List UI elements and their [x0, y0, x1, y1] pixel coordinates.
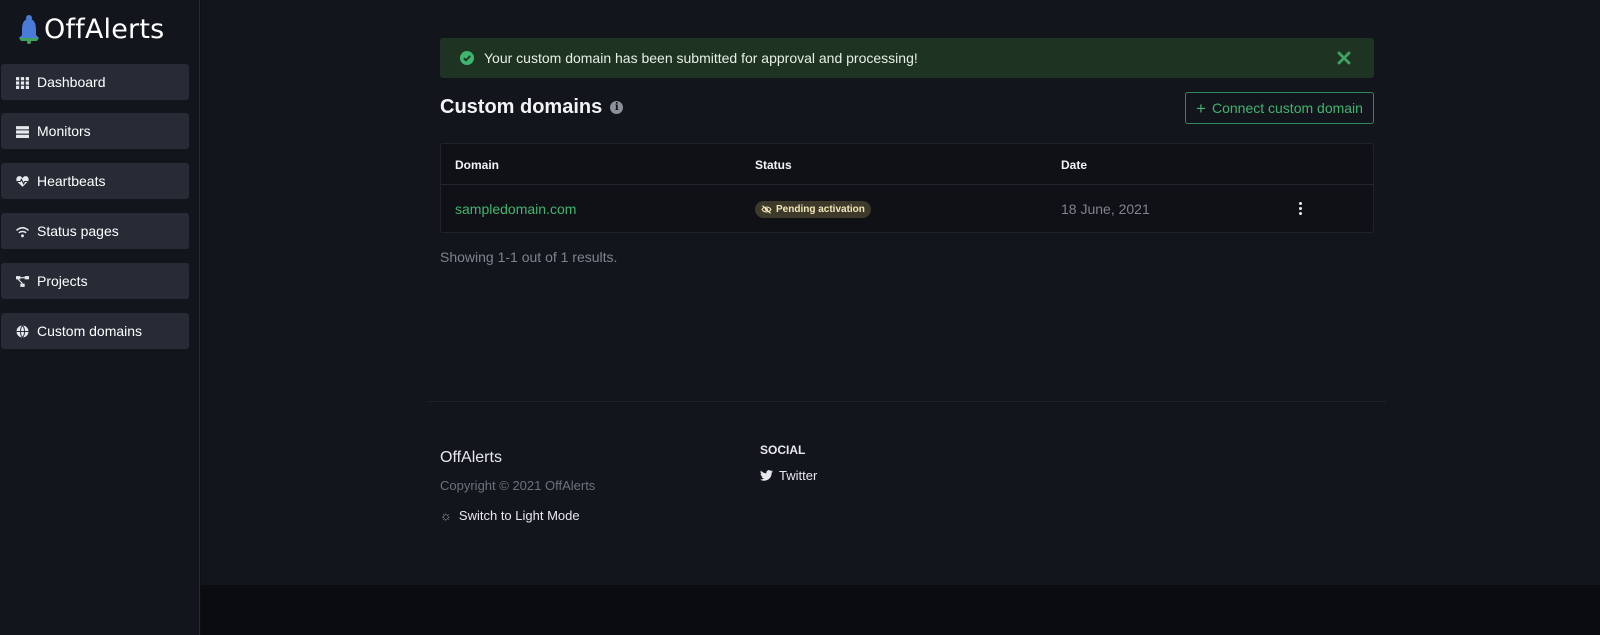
column-header-date: Date	[1061, 158, 1088, 172]
plus-icon: +	[1196, 98, 1206, 118]
custom-domains-table: Domain Status Date sampledomain.com Pend…	[440, 143, 1374, 233]
footer-divider	[428, 401, 1386, 402]
bottom-strip	[201, 585, 1600, 635]
sidebar-item-label: Status pages	[37, 223, 119, 239]
column-header-domain: Domain	[455, 158, 500, 172]
connect-button-label: Connect custom domain	[1211, 100, 1363, 116]
sidebar-item-custom-domains[interactable]: Custom domains	[1, 313, 189, 349]
status-badge: Pending activation	[755, 201, 871, 218]
sidebar-item-heartbeats[interactable]: Heartbeats	[1, 163, 189, 199]
globe-icon	[15, 324, 29, 338]
sidebar-item-label: Dashboard	[37, 74, 106, 90]
alert-message: Your custom domain has been submitted fo…	[484, 50, 918, 66]
wifi-icon	[15, 224, 29, 238]
info-icon[interactable]: i	[610, 101, 624, 114]
close-icon[interactable]	[1336, 50, 1352, 66]
success-alert: Your custom domain has been submitted fo…	[440, 38, 1374, 78]
status-badge-label: Pending activation	[776, 204, 865, 215]
bell-logo-icon	[19, 15, 39, 44]
sidebar-item-dashboard[interactable]: Dashboard	[1, 64, 189, 100]
connect-custom-domain-button[interactable]: + Connect custom domain	[1185, 92, 1374, 124]
sun-icon: ☼	[440, 508, 452, 523]
social-heading: SOCIAL	[760, 443, 806, 457]
project-diagram-icon	[15, 274, 29, 288]
date-cell: 18 June, 2021	[1061, 201, 1150, 217]
grid-icon	[15, 75, 29, 89]
heartbeat-icon	[15, 174, 29, 188]
twitter-label: Twitter	[779, 468, 818, 483]
twitter-icon	[760, 470, 773, 481]
table-header: Domain Status Date	[441, 144, 1373, 185]
domain-link[interactable]: sampledomain.com	[455, 201, 576, 217]
check-circle-icon	[460, 51, 474, 65]
page-title: Custom domains i	[440, 96, 624, 119]
twitter-link[interactable]: Twitter	[760, 468, 817, 483]
page-title-text: Custom domains	[440, 96, 603, 118]
sidebar-item-label: Monitors	[37, 123, 91, 139]
sidebar-item-projects[interactable]: Projects	[1, 263, 189, 299]
light-mode-toggle[interactable]: ☼ Switch to Light Mode	[440, 508, 580, 523]
eye-slash-icon	[761, 205, 772, 214]
table-row: sampledomain.com Pending activation 18 J…	[441, 185, 1373, 233]
results-count: Showing 1-1 out of 1 results.	[440, 249, 618, 265]
footer-brand: OffAlerts	[440, 449, 502, 466]
column-header-status: Status	[755, 158, 792, 172]
sidebar-item-label: Projects	[37, 273, 88, 289]
light-mode-label: Switch to Light Mode	[458, 508, 580, 523]
server-icon	[15, 124, 29, 138]
sidebar-item-label: Custom domains	[37, 323, 143, 339]
copyright-text: Copyright © 2021 OffAlerts	[440, 478, 596, 493]
sidebar-item-monitors[interactable]: Monitors	[1, 113, 189, 149]
row-actions-icon[interactable]	[1295, 199, 1305, 217]
sidebar-item-status-pages[interactable]: Status pages	[1, 213, 189, 249]
main-content	[201, 0, 1600, 585]
logo-text: OffAlerts	[44, 13, 165, 45]
logo[interactable]: OffAlerts	[16, 12, 164, 46]
sidebar-item-label: Heartbeats	[37, 173, 106, 189]
sidebar: OffAlerts Dashboard Monitors Heartbeats …	[0, 0, 200, 635]
